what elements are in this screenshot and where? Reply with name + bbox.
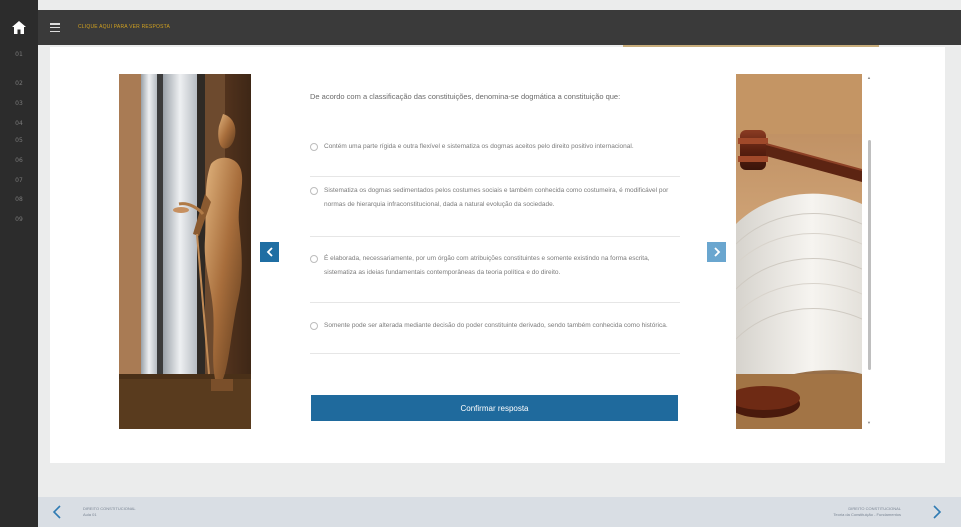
confirm-answer-button[interactable]: Confirmar resposta bbox=[311, 395, 678, 421]
previous-lesson-link[interactable]: DIREITO CONSTITUCIONAL Aula 01 bbox=[83, 506, 136, 518]
menu-icon[interactable] bbox=[50, 23, 60, 32]
chevron-right-icon[interactable] bbox=[932, 505, 942, 519]
option-radio[interactable] bbox=[310, 322, 318, 330]
gavel-book-image bbox=[736, 74, 862, 429]
option-text: Sistematiza os dogmas sedimentados pelos… bbox=[324, 187, 669, 208]
chevron-left-icon[interactable] bbox=[52, 505, 62, 519]
option-text: Somente pode ser alterada mediante decis… bbox=[324, 322, 668, 329]
option-text: É elaborada, necessariamente, por um órg… bbox=[324, 255, 650, 276]
rail-item-5[interactable]: 05 bbox=[0, 137, 38, 144]
rail-item-3[interactable]: 03 bbox=[0, 100, 38, 107]
rail-item-2[interactable]: 02 bbox=[0, 80, 38, 87]
home-icon bbox=[12, 20, 26, 34]
rail-item-6[interactable]: 06 bbox=[0, 157, 38, 164]
answer-option-c[interactable]: É elaborada, necessariamente, por um órg… bbox=[310, 252, 680, 303]
rail-item-9[interactable]: 09 bbox=[0, 216, 38, 223]
rail-item-1[interactable]: 01 bbox=[0, 51, 38, 58]
footer-nav: DIREITO CONSTITUCIONAL Aula 01 DIREITO C… bbox=[38, 497, 961, 527]
side-rail: 01 02 03 04 05 06 07 08 09 bbox=[0, 0, 38, 527]
scrollbar-thumb[interactable] bbox=[868, 140, 871, 370]
rail-item-8[interactable]: 08 bbox=[0, 196, 38, 203]
chevron-left-icon bbox=[266, 247, 273, 257]
answer-option-a[interactable]: Contém uma parte rígida e outra flexível… bbox=[310, 140, 680, 177]
previous-slide-button[interactable] bbox=[260, 242, 279, 262]
rail-item-4[interactable]: 04 bbox=[0, 120, 38, 127]
scroll-up-arrow[interactable]: ▲ bbox=[866, 75, 872, 80]
top-bar: CLIQUE AQUI PARA VER RESPOSTA bbox=[38, 10, 961, 45]
scroll-down-arrow[interactable]: ▼ bbox=[866, 420, 872, 425]
justice-statue-image bbox=[119, 74, 251, 429]
option-text: Contém uma parte rígida e outra flexível… bbox=[324, 143, 634, 150]
next-lesson-subtitle: Teoria da Constituição - Fundamentos bbox=[833, 512, 901, 517]
next-lesson-link[interactable]: DIREITO CONSTITUCIONAL Teoria da Constit… bbox=[833, 506, 901, 518]
option-radio[interactable] bbox=[310, 143, 318, 151]
option-radio[interactable] bbox=[310, 255, 318, 263]
previous-lesson-subtitle: Aula 01 bbox=[83, 512, 97, 517]
chevron-right-icon bbox=[713, 247, 720, 257]
rail-item-7[interactable]: 07 bbox=[0, 177, 38, 184]
answer-option-b[interactable]: Sistematiza os dogmas sedimentados pelos… bbox=[310, 184, 680, 237]
breadcrumb[interactable]: CLIQUE AQUI PARA VER RESPOSTA bbox=[78, 24, 170, 30]
question-prompt: De acordo com a classificação das consti… bbox=[310, 92, 621, 101]
next-slide-button[interactable] bbox=[707, 242, 726, 262]
answer-option-d[interactable]: Somente pode ser alterada mediante decis… bbox=[310, 319, 680, 354]
option-radio[interactable] bbox=[310, 187, 318, 195]
home-button[interactable] bbox=[0, 10, 38, 44]
